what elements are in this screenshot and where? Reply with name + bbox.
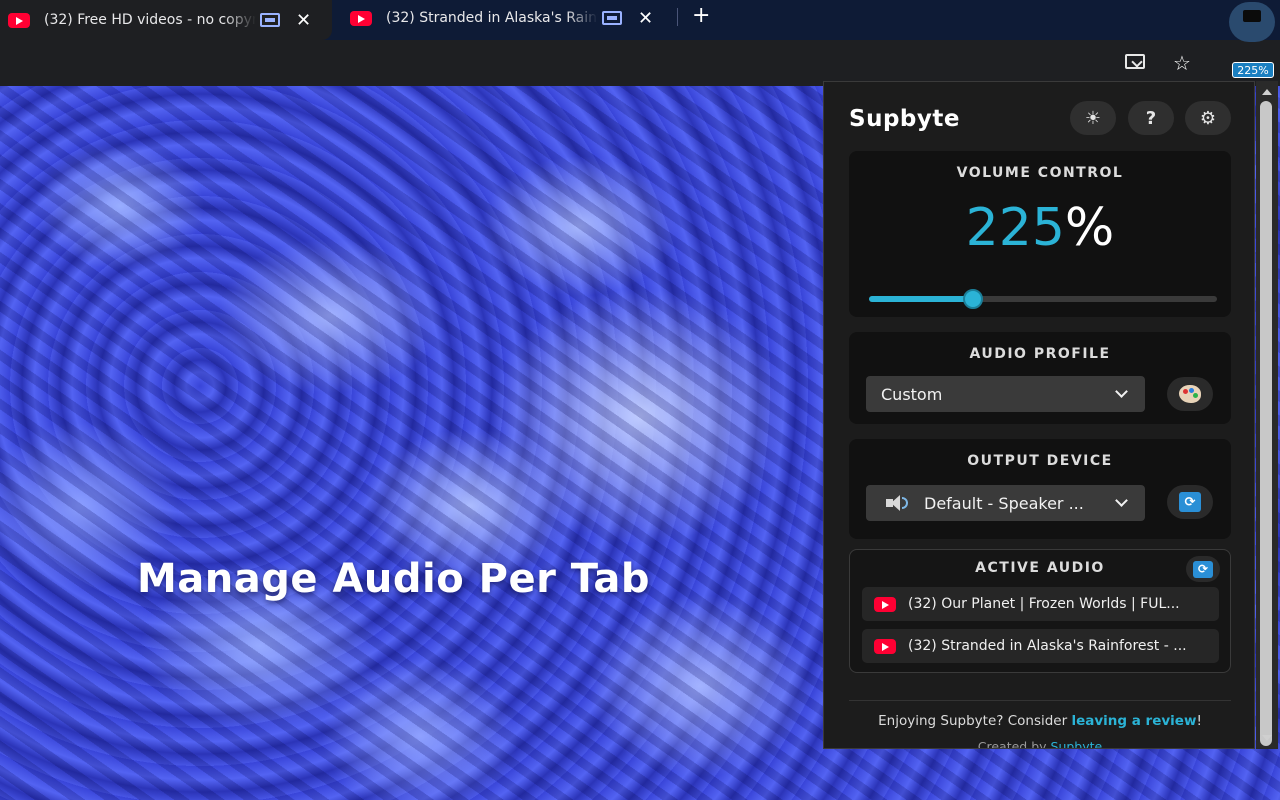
sun-icon: ☀ xyxy=(1084,107,1102,129)
active-audio-item-title: (32) Stranded in Alaska's Rainforest - .… xyxy=(908,638,1187,654)
output-device-title: OUTPUT DEVICE xyxy=(967,453,1113,469)
audio-profile-select[interactable]: Custom xyxy=(866,376,1145,412)
media-playing-icon[interactable] xyxy=(602,11,622,25)
footer-suffix: ! xyxy=(1196,713,1202,729)
credit-prefix: Created by xyxy=(977,739,1051,749)
volume-value: 225% xyxy=(849,199,1231,257)
tab-title: (32) Free HD videos - no copyright xyxy=(44,12,256,28)
chevron-down-icon xyxy=(1115,385,1128,398)
bookmark-star-icon[interactable]: ☆ xyxy=(1170,51,1194,75)
active-audio-item[interactable]: (32) Stranded in Alaska's Rainforest - .… xyxy=(862,629,1219,663)
scrollbar-thumb[interactable] xyxy=(1260,101,1272,746)
help-icon: ? xyxy=(1145,107,1157,129)
youtube-icon xyxy=(874,638,896,654)
youtube-icon xyxy=(8,12,30,28)
output-device-value: Default - Speaker ... xyxy=(924,493,1084,513)
close-tab-button[interactable]: ✕ xyxy=(296,10,311,31)
tab-stranded-in-alaska[interactable]: (32) Stranded in Alaska's Rainforest ✕ xyxy=(340,0,670,36)
equalizer-button[interactable] xyxy=(1167,377,1213,411)
media-playing-icon[interactable] xyxy=(260,13,280,27)
speaker-icon xyxy=(886,495,908,511)
volume-slider[interactable] xyxy=(869,289,1217,309)
scroll-down-icon[interactable] xyxy=(1262,735,1272,741)
refresh-icon: ⟳ xyxy=(1179,492,1201,512)
extension-volume-badge: 225% xyxy=(1232,62,1274,78)
audio-profile-card: AUDIO PROFILE Custom xyxy=(849,332,1231,424)
output-device-card: OUTPUT DEVICE Default - Speaker ... ⟳ xyxy=(849,439,1231,539)
settings-button[interactable]: ⚙ xyxy=(1185,101,1231,135)
volume-number: 225 xyxy=(965,198,1065,258)
refresh-icon: ⟳ xyxy=(1193,560,1213,578)
volume-control-card: VOLUME CONTROL 225% xyxy=(849,151,1231,317)
tab-separator xyxy=(677,8,678,26)
tab-free-hd-videos[interactable]: (32) Free HD videos - no copyright ✕ xyxy=(0,0,332,40)
refresh-devices-button[interactable]: ⟳ xyxy=(1167,485,1213,519)
refresh-active-audio-button[interactable]: ⟳ xyxy=(1186,556,1220,582)
supbyte-credit-link[interactable]: Supbyte xyxy=(1051,739,1103,748)
install-app-icon[interactable] xyxy=(1124,51,1148,75)
help-button[interactable]: ? xyxy=(1128,101,1174,135)
audio-profile-title: AUDIO PROFILE xyxy=(969,346,1111,362)
gear-icon: ⚙ xyxy=(1199,107,1217,129)
audio-profile-value: Custom xyxy=(881,384,943,404)
active-audio-item-title: (32) Our Planet | Frozen Worlds | FUL... xyxy=(908,596,1180,612)
output-device-select[interactable]: Default - Speaker ... xyxy=(866,485,1145,521)
video-caption: Manage Audio Per Tab xyxy=(137,556,650,602)
active-audio-item[interactable]: (32) Our Planet | Frozen Worlds | FUL... xyxy=(862,587,1219,621)
youtube-icon xyxy=(350,10,372,26)
palette-icon xyxy=(1179,385,1201,403)
youtube-icon xyxy=(874,596,896,612)
chevron-down-icon xyxy=(1115,494,1128,507)
supbyte-extension-button[interactable] xyxy=(1229,2,1275,42)
volume-control-title: VOLUME CONTROL xyxy=(956,165,1124,181)
tab-strip: (32) Free HD videos - no copyright ✕ (32… xyxy=(0,0,1280,42)
scroll-up-icon[interactable] xyxy=(1262,89,1272,95)
browser-toolbar: ☆ xyxy=(0,40,1280,86)
close-tab-button[interactable]: ✕ xyxy=(638,8,653,29)
theme-toggle-button[interactable]: ☀ xyxy=(1070,101,1116,135)
new-tab-button[interactable]: + xyxy=(692,3,710,28)
leave-review-link[interactable]: leaving a review xyxy=(1071,713,1196,729)
volume-slider-fill xyxy=(869,296,974,302)
footer-divider xyxy=(849,700,1231,701)
popup-brand-title: Supbyte xyxy=(849,106,960,132)
popup-scrollbar[interactable] xyxy=(1256,81,1278,749)
footer-credit: Created by Supbyte xyxy=(824,739,1254,749)
footer-prefix: Enjoying Supbyte? Consider xyxy=(878,713,1072,729)
extension-icon xyxy=(1243,10,1261,22)
active-audio-title: ACTIVE AUDIO xyxy=(975,560,1105,576)
volume-slider-thumb[interactable] xyxy=(963,289,984,309)
supbyte-popup: Supbyte ☀ ? ⚙ VOLUME CONTROL 225% AUDIO … xyxy=(823,81,1255,749)
volume-unit: % xyxy=(1064,198,1115,258)
tab-title: (32) Stranded in Alaska's Rainforest xyxy=(386,10,598,26)
footer-review-prompt: Enjoying Supbyte? Consider leaving a rev… xyxy=(824,713,1254,729)
active-audio-card: ACTIVE AUDIO ⟳ (32) Our Planet | Frozen … xyxy=(849,549,1231,673)
